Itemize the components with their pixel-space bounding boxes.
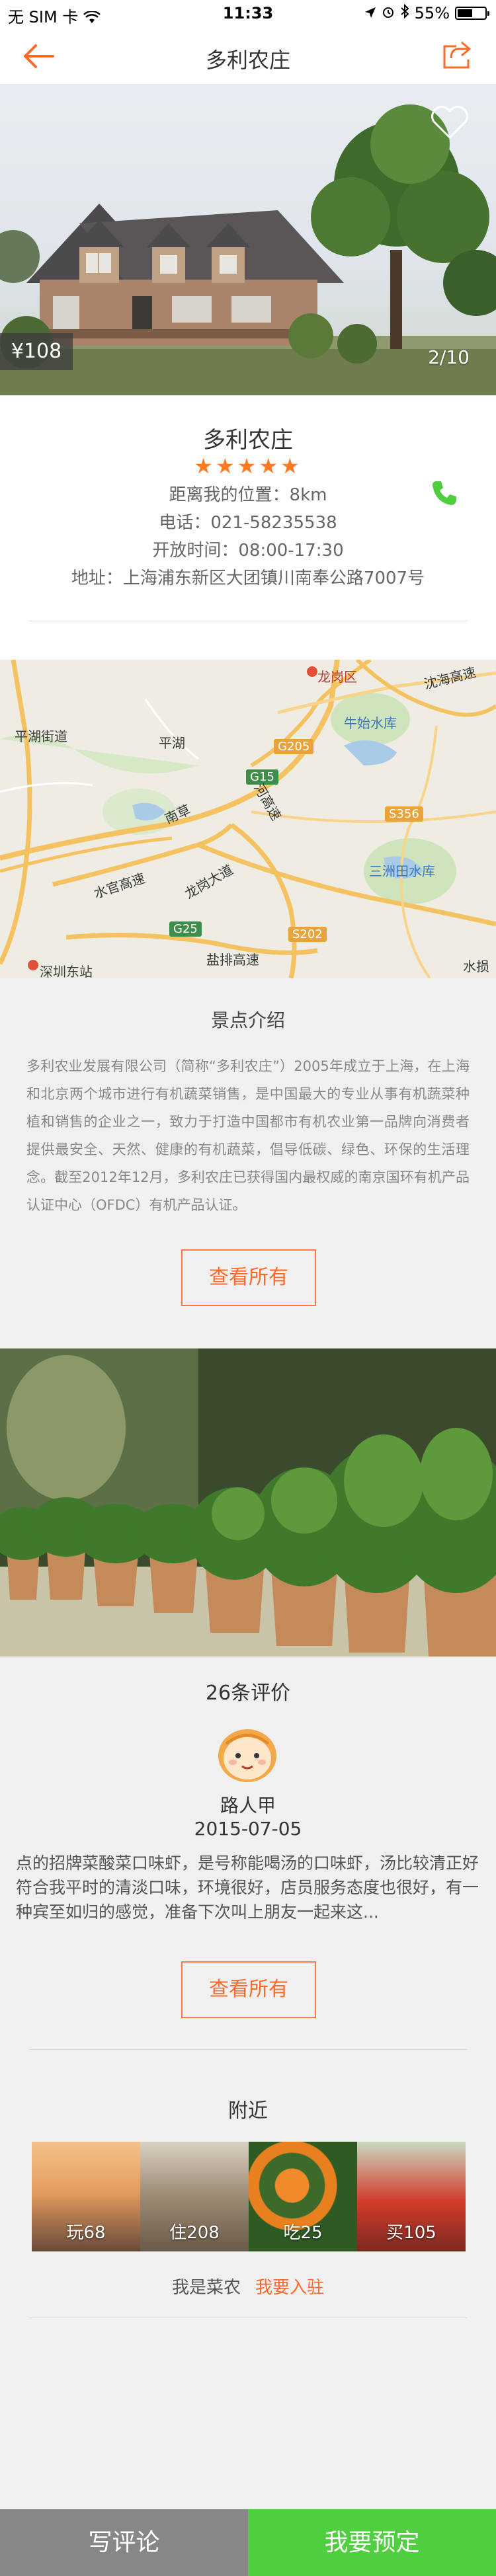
- map-route-shield: S356: [385, 806, 423, 822]
- hours-text: 开放时间：08:00-17:30: [152, 541, 344, 561]
- phone-icon[interactable]: [430, 479, 459, 508]
- plants-illustration: [0, 1348, 496, 1657]
- reviewer-name: 路人甲: [220, 1795, 276, 1816]
- review-text: 点的招牌菜酸菜口味虾，是号称能喝汤的口味虾，汤比较清正好符合我平时的清淡口味，环…: [16, 1854, 479, 1922]
- join-row: 我是菜农 我要入驻: [0, 2274, 496, 2298]
- map-label: 牛始水库: [344, 715, 397, 731]
- address-text: 地址：上海浦东新区大团镇川南奉公路7007号: [71, 568, 425, 588]
- alarm-icon: [382, 4, 395, 22]
- rating-stars: ★★★★★: [194, 453, 302, 479]
- status-right-group: 55%: [364, 3, 489, 22]
- location-map[interactable]: 平湖街道 龙岗区 平湖 牛始水库 G205 G15 S356 三洲田水库 水官高…: [0, 660, 496, 978]
- review-count: 26条评价: [205, 1682, 291, 1705]
- status-bar: 无 SIM 卡 11:33 55%: [0, 0, 496, 26]
- battery-icon: [455, 7, 489, 20]
- map-label: 平湖街道: [15, 728, 67, 744]
- nearby-tiles: 玩68 住208 吃25 买105: [32, 2142, 466, 2251]
- location-arrow-icon: [364, 4, 376, 22]
- map-route-shield: S202: [288, 927, 327, 942]
- divider: [29, 2049, 467, 2050]
- intro-text: 多利农业发展有限公司（简称“多利农庄”）2005年成立于上海，在上海和北京两个城…: [26, 1058, 470, 1213]
- nearby-tile-label: 住208: [169, 2223, 220, 2243]
- map-label: 龙岗区: [317, 669, 357, 685]
- map-label: 三洲田水库: [369, 863, 435, 879]
- heart-icon[interactable]: [430, 104, 470, 140]
- farmhouse-illustration: [0, 104, 496, 395]
- price-tag: ¥108: [0, 333, 73, 370]
- bluetooth-icon: [400, 3, 409, 22]
- battery-level: [458, 9, 472, 17]
- navigation-bar: 多利农庄: [0, 26, 496, 85]
- nearby-tile-label: 玩68: [66, 2223, 106, 2243]
- cartoon-avatar-icon: [213, 1717, 282, 1786]
- review-date: 2015-07-05: [194, 1818, 302, 1840]
- map-label: 水损: [463, 958, 489, 974]
- distance-text: 距离我的位置：8km: [169, 485, 327, 505]
- nearby-tile-label: 吃25: [283, 2223, 323, 2243]
- nearby-tile-shop[interactable]: 买105: [357, 2142, 466, 2251]
- map-route-shield: G25: [169, 921, 202, 937]
- join-link[interactable]: 我要入驻: [255, 2278, 324, 2298]
- nearby-tile-stay[interactable]: 住208: [140, 2142, 249, 2251]
- nearby-tile-play[interactable]: 玩68: [32, 2142, 140, 2251]
- book-button[interactable]: 我要预定: [248, 2509, 496, 2576]
- phone-text: 电话：021-58235538: [159, 513, 337, 533]
- bottom-action-bar: 写评论 我要预定: [0, 2509, 496, 2576]
- map-label: 深圳东站: [40, 964, 93, 978]
- write-review-button[interactable]: 写评论: [0, 2509, 248, 2576]
- map-route-shield: G205: [274, 739, 314, 754]
- intro-title: 景点介绍: [210, 1009, 285, 1031]
- hero-photo[interactable]: ¥108 2/10: [0, 85, 496, 395]
- nearby-tile-eat[interactable]: 吃25: [249, 2142, 357, 2251]
- battery-percent: 55%: [414, 4, 450, 22]
- nearby-title: 附近: [228, 2099, 268, 2123]
- farm-name: 多利农庄: [203, 427, 293, 453]
- map-label: 盐排高速: [206, 952, 259, 968]
- farmer-prompt: 我是菜农: [171, 2278, 241, 2298]
- intro-view-all-button[interactable]: 查看所有: [181, 1249, 316, 1306]
- photo-index: 2/10: [428, 346, 470, 368]
- share-icon[interactable]: [442, 40, 472, 70]
- nearby-tile-label: 买105: [386, 2223, 436, 2243]
- reviews-view-all-button[interactable]: 查看所有: [181, 1961, 316, 2018]
- farm-info-card: 多利农庄 ★★★★★ 距离我的位置：8km 电话：021-58235538 开放…: [0, 395, 496, 660]
- plants-photo: [0, 1348, 496, 1657]
- map-label: 平湖: [159, 735, 185, 751]
- page-title: 多利农庄: [205, 48, 290, 73]
